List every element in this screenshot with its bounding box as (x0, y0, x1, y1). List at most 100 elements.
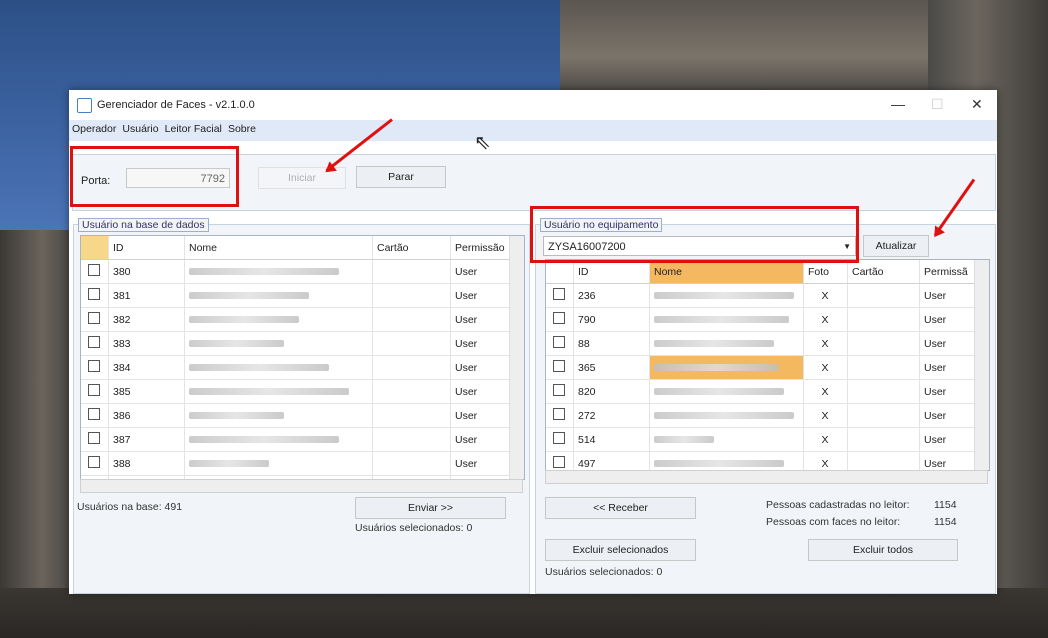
left-horizontal-scrollbar[interactable] (80, 479, 523, 493)
table-row[interactable]: 236 X User (546, 283, 975, 308)
table-row[interactable]: 380 User (81, 259, 510, 284)
row-nome (184, 379, 373, 404)
row-id: 820 (573, 379, 650, 404)
table-row[interactable]: 386 User (81, 403, 510, 428)
checkbox[interactable] (553, 432, 565, 444)
checkbox[interactable] (88, 456, 100, 468)
checkbox[interactable] (88, 264, 100, 276)
right-vertical-scrollbar[interactable] (974, 260, 989, 470)
header-cartao[interactable]: Cartão (372, 236, 451, 260)
row-cartao (372, 283, 451, 308)
table-row[interactable]: 790 X User (546, 307, 975, 332)
left-vertical-scrollbar[interactable] (509, 236, 524, 479)
table-row[interactable]: 514 X User (546, 427, 975, 452)
row-checkbox[interactable] (81, 427, 109, 452)
row-nome (649, 355, 804, 380)
atualizar-button[interactable]: Atualizar (863, 235, 929, 257)
row-id: 388 (108, 451, 185, 476)
table-row[interactable]: 382 User (81, 307, 510, 332)
checkbox[interactable] (88, 384, 100, 396)
row-checkbox[interactable] (546, 307, 574, 332)
receber-button[interactable]: << Receber (545, 497, 696, 519)
menu-sobre[interactable]: Sobre (228, 123, 256, 135)
header-permissao[interactable]: Permissão (450, 236, 510, 260)
database-users-group: Usuário na base de dados ID Nome Cartão … (73, 218, 530, 594)
row-checkbox[interactable] (81, 283, 109, 308)
row-checkbox[interactable] (81, 379, 109, 404)
row-permissao: User (919, 427, 975, 452)
row-id: 88 (573, 331, 650, 356)
excluir-selecionados-button[interactable]: Excluir selecionados (545, 539, 696, 561)
checkbox[interactable] (553, 288, 565, 300)
row-permissao: User (450, 427, 510, 452)
header-nome[interactable]: Nome (649, 260, 804, 284)
table-row[interactable]: 272 X User (546, 403, 975, 428)
checkbox[interactable] (553, 384, 565, 396)
row-checkbox[interactable] (546, 403, 574, 428)
checkbox[interactable] (88, 336, 100, 348)
maximize-button[interactable]: ☐ (931, 96, 944, 113)
row-checkbox[interactable] (81, 331, 109, 356)
row-id: 236 (573, 283, 650, 308)
table-row[interactable]: 88 X User (546, 331, 975, 356)
menu-operador[interactable]: Operador (72, 123, 116, 135)
row-checkbox[interactable] (546, 283, 574, 308)
table-row[interactable]: 820 X User (546, 379, 975, 404)
right-horizontal-scrollbar[interactable] (545, 470, 988, 484)
table-row[interactable]: 383 User (81, 331, 510, 356)
close-button[interactable]: ✕ (971, 96, 983, 113)
menu-usuario[interactable]: Usuário (122, 123, 158, 135)
header-nome[interactable]: Nome (184, 236, 373, 260)
checkbox[interactable] (88, 408, 100, 420)
checkbox[interactable] (553, 408, 565, 420)
row-cartao (847, 403, 920, 428)
row-id: 514 (573, 427, 650, 452)
row-checkbox[interactable] (546, 379, 574, 404)
row-foto: X (803, 355, 848, 380)
row-cartao (372, 427, 451, 452)
checkbox[interactable] (88, 312, 100, 324)
minimize-button[interactable]: — (891, 96, 905, 112)
header-cartao[interactable]: Cartão (847, 260, 920, 284)
table-row[interactable]: 387 User (81, 427, 510, 452)
excluir-todos-button[interactable]: Excluir todos (808, 539, 958, 561)
row-cartao (847, 331, 920, 356)
table-row[interactable]: 385 User (81, 379, 510, 404)
faces-label: Pessoas com faces no leitor: (766, 516, 901, 528)
table-row[interactable]: 384 User (81, 355, 510, 380)
row-checkbox[interactable] (546, 355, 574, 380)
checkbox[interactable] (88, 360, 100, 372)
checkbox[interactable] (553, 360, 565, 372)
row-cartao (847, 379, 920, 404)
row-permissao: User (919, 403, 975, 428)
checkbox[interactable] (553, 336, 565, 348)
table-row[interactable]: 388 User (81, 451, 510, 476)
row-cartao (847, 451, 920, 470)
row-checkbox[interactable] (546, 331, 574, 356)
header-id[interactable]: ID (108, 236, 185, 260)
table-row[interactable]: 365 X User (546, 355, 975, 380)
row-nome (649, 379, 804, 404)
checkbox[interactable] (553, 312, 565, 324)
enviar-button[interactable]: Enviar >> (355, 497, 506, 519)
row-nome (184, 331, 373, 356)
checkbox[interactable] (88, 432, 100, 444)
row-checkbox[interactable] (81, 451, 109, 476)
header-permissao[interactable]: Permissã (919, 260, 975, 284)
checkbox[interactable] (88, 288, 100, 300)
header-foto[interactable]: Foto (803, 260, 848, 284)
row-nome (184, 451, 373, 476)
header-id[interactable]: ID (573, 260, 650, 284)
row-checkbox[interactable] (81, 259, 109, 284)
table-row[interactable]: 381 User (81, 283, 510, 308)
menu-leitor-facial[interactable]: Leitor Facial (165, 123, 222, 135)
row-checkbox[interactable] (81, 355, 109, 380)
parar-button[interactable]: Parar (356, 166, 446, 188)
row-permissao: User (919, 331, 975, 356)
row-checkbox[interactable] (81, 403, 109, 428)
row-checkbox[interactable] (546, 451, 574, 470)
checkbox[interactable] (553, 456, 565, 468)
table-row[interactable]: 497 X User (546, 451, 975, 470)
row-checkbox[interactable] (81, 307, 109, 332)
row-checkbox[interactable] (546, 427, 574, 452)
